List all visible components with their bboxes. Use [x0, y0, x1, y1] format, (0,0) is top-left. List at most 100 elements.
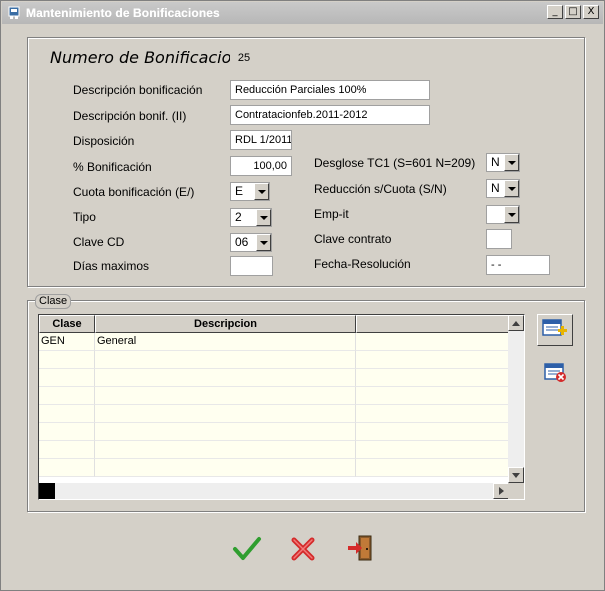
cuota-label: Cuota bonificación (E/) — [73, 185, 195, 199]
table-cell — [39, 369, 95, 387]
scroll-up-button[interactable] — [508, 315, 524, 331]
table-cell — [95, 441, 356, 459]
table-cell — [356, 405, 509, 423]
column-header-clase[interactable]: Clase — [39, 315, 95, 333]
table-cell — [39, 459, 95, 477]
table-cell — [39, 405, 95, 423]
table-cell — [356, 387, 509, 405]
minimize-button[interactable]: _ — [547, 5, 563, 19]
checkmark-icon — [232, 536, 262, 565]
table-cell — [95, 387, 356, 405]
column-header-extra[interactable] — [356, 315, 510, 333]
chevron-down-icon[interactable] — [256, 209, 271, 226]
empit-label: Emp-it — [314, 207, 349, 221]
app-icon — [6, 5, 22, 21]
reduccion-label: Reducción s/Cuota (S/N) — [314, 182, 447, 196]
table-cell — [95, 351, 356, 369]
chevron-down-icon[interactable] — [504, 206, 519, 223]
add-record-button[interactable] — [537, 314, 573, 346]
scroll-corner — [508, 483, 524, 499]
desglose-label: Desglose TC1 (S=601 N=209) — [314, 156, 476, 170]
cancel-button[interactable] — [286, 534, 320, 566]
table-cell — [95, 459, 356, 477]
descripcion2-label: Descripción bonif. (II) — [73, 109, 187, 123]
reduccion-value: N — [491, 181, 500, 195]
exit-button[interactable] — [343, 533, 377, 565]
add-record-icon — [542, 318, 568, 343]
clave-cd-value: 06 — [235, 235, 249, 249]
chevron-down-icon[interactable] — [504, 154, 519, 171]
delete-record-button[interactable] — [539, 359, 571, 387]
table-cell-extra[interactable] — [356, 333, 509, 351]
descripcion-label: Descripción bonificación — [73, 83, 203, 97]
close-button[interactable]: X — [583, 5, 599, 19]
table-cell — [95, 423, 356, 441]
tipo-select[interactable]: 2 — [230, 208, 272, 227]
disposicion-label: Disposición — [73, 134, 135, 148]
table-cell-clase[interactable]: GEN — [39, 333, 95, 351]
table-row-empty — [39, 405, 509, 423]
desglose-value: N — [491, 155, 500, 169]
empit-select[interactable] — [486, 205, 520, 224]
delete-record-icon — [542, 361, 568, 386]
table-cell — [39, 441, 95, 459]
table-cell — [39, 387, 95, 405]
fecha-resolucion-label: Fecha-Resolución — [314, 257, 411, 271]
table-cell — [356, 441, 509, 459]
table-row-empty — [39, 369, 509, 387]
table-row-empty — [39, 459, 509, 477]
scroll-down-button[interactable] — [508, 467, 524, 483]
disposicion-field[interactable]: RDL 1/2011 — [230, 130, 292, 150]
window-title: Mantenimiento de Bonificaciones — [26, 6, 220, 20]
exit-door-icon — [346, 534, 374, 565]
cuota-select[interactable]: E — [230, 182, 270, 201]
porcentaje-field[interactable]: 100,00 — [230, 156, 292, 176]
desglose-select[interactable]: N — [486, 153, 520, 172]
table-cell — [39, 423, 95, 441]
reduccion-select[interactable]: N — [486, 179, 520, 198]
descripcion2-field[interactable]: Contratacionfeb.2011-2012 — [230, 105, 430, 125]
porcentaje-label: % Bonificación — [73, 160, 152, 174]
dias-maximos-label: Días maximos — [73, 259, 150, 273]
clase-group-label: Clase — [35, 294, 72, 309]
table-row[interactable]: GEN General — [39, 333, 509, 351]
dias-maximos-field[interactable] — [230, 256, 273, 276]
chevron-down-icon[interactable] — [256, 234, 271, 251]
cancel-x-icon — [289, 535, 317, 566]
accept-button[interactable] — [230, 534, 264, 566]
table-cell — [356, 369, 509, 387]
chevron-down-icon[interactable] — [504, 180, 519, 197]
table-header: Clase Descripcion — [39, 315, 510, 333]
descripcion-field[interactable]: Reducción Parciales 100% — [230, 80, 430, 100]
maximize-button[interactable]: □ — [565, 5, 581, 19]
table-cell-descripcion[interactable]: General — [95, 333, 356, 351]
scroll-left-button[interactable] — [39, 483, 55, 499]
table-cell — [95, 369, 356, 387]
table-cell — [95, 405, 356, 423]
table-cell — [356, 351, 509, 369]
numero-bonificacion-label: Numero de Bonificacion: — [50, 48, 247, 67]
table-row-empty — [39, 387, 509, 405]
table-row-empty — [39, 423, 509, 441]
table-row-empty — [39, 351, 509, 369]
clave-contrato-field[interactable] — [486, 229, 512, 249]
vertical-scrollbar[interactable] — [508, 315, 524, 483]
title-bar: Mantenimiento de Bonificaciones _ □ X — [2, 2, 603, 24]
main-window: Mantenimiento de Bonificaciones _ □ X Nu… — [0, 0, 605, 591]
clave-contrato-label: Clave contrato — [314, 232, 392, 246]
fecha-resolucion-field[interactable]: - - — [486, 255, 550, 275]
scroll-right-button[interactable] — [493, 483, 509, 499]
clave-cd-label: Clave CD — [73, 235, 125, 249]
chevron-down-icon[interactable] — [254, 183, 269, 200]
clase-table: Clase Descripcion GEN General — [38, 314, 525, 500]
table-cell — [356, 423, 509, 441]
tipo-value: 2 — [235, 210, 242, 224]
cuota-value: E — [235, 184, 244, 198]
tipo-label: Tipo — [73, 210, 96, 224]
clave-cd-select[interactable]: 06 — [230, 233, 272, 252]
table-cell — [356, 459, 509, 477]
numero-bonificacion-field[interactable]: 25 — [230, 48, 258, 68]
column-header-descripcion[interactable]: Descripcion — [95, 315, 356, 333]
table-cell — [39, 351, 95, 369]
horizontal-scrollbar[interactable] — [39, 483, 509, 499]
